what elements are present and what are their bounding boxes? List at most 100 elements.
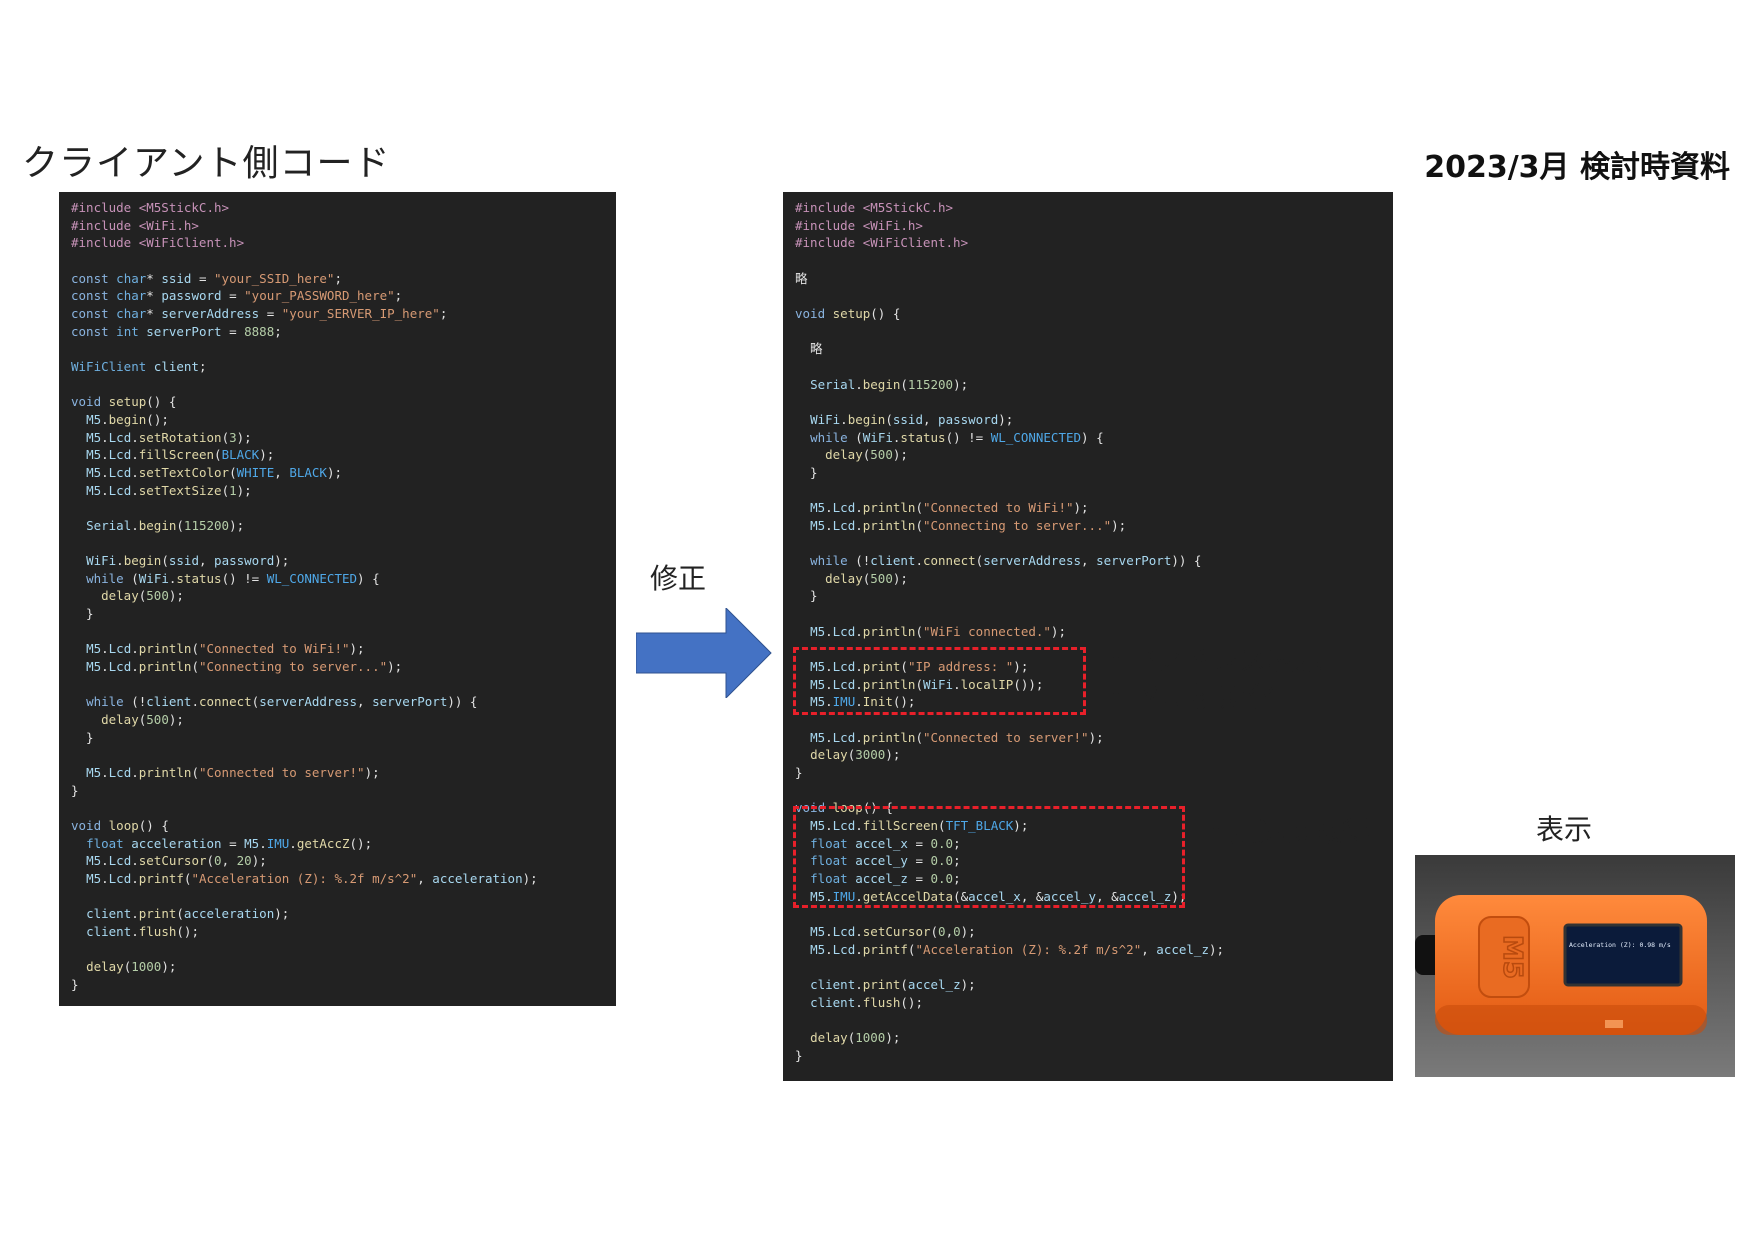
code-line: while (WiFi.status() != WL_CONNECTED) { [86,570,380,586]
code-line: Serial.begin(115200); [86,517,245,533]
code-line: while (!client.connect(serverAddress, se… [86,694,478,710]
code-line: client.print(acceleration); [86,906,290,922]
code-line: M5.Lcd.setTextColor(WHITE, BLACK); [86,464,343,480]
code-line: } [71,782,79,798]
code-line: #include <WiFi.h> [71,217,199,233]
code-line: const int serverPort = 8888; [71,323,282,339]
code-line: Serial.begin(115200); [810,376,969,392]
accel-highlight-box [793,806,1185,908]
code-line: } [71,606,94,622]
device-photo: M5 Acceleration (Z): 0.98 m/s [1415,855,1735,1077]
page-title: クライアント側コード [22,143,391,184]
code-line: M5.Lcd.setCursor(0,0); [810,923,976,939]
code-line: WiFi.begin(ssid, password); [86,553,290,569]
code-line: client.flush(); [810,994,923,1010]
code-line: M5.Lcd.printf("Acceleration (Z): %.2f m/… [86,870,538,886]
code-line: } [71,976,79,992]
accel-note: ・加速度取得 [1202,815,1371,848]
code-line: WiFiClient client; [71,358,207,374]
code-line: } [795,765,803,780]
code-line: const char* ssid = "your_SSID_here"; [71,270,342,286]
code-line: delay(1000); [86,959,177,975]
code-line: while (!client.connect(serverAddress, se… [810,553,1202,569]
code-line: void setup() { [71,394,177,410]
code-line: M5.Lcd.println("Connected to WiFi!"); [810,500,1089,516]
note-ip-address: ・IPアドレス表示 [1102,644,1324,677]
code-line: 略 [795,270,808,286]
code-line: M5.Lcd.println("Connecting to server..."… [86,659,403,675]
note-imu-init: ・IMU 初期化 [1102,680,1276,713]
modified-code-panel: #include <M5StickC.h> #include <WiFi.h> #i… [783,192,1393,1081]
code-line: const char* serverAddress = "your_SERVER… [71,305,448,321]
code-line: } [795,464,818,480]
code-line: client.print(accel_z); [810,976,976,992]
code-line: while (WiFi.status() != WL_CONNECTED) { [810,429,1104,445]
code-line: const char* password = "your_PASSWORD_he… [71,288,403,304]
code-line: WiFi.begin(ssid, password); [810,411,1014,427]
code-line: } [71,729,94,745]
ip-imu-highlight-box [793,647,1086,715]
code-line: #include <WiFiClient.h> [71,235,245,251]
code-line: delay(500); [101,588,184,604]
code-line: M5.Lcd.setRotation(3); [86,429,252,445]
code-line: delay(500); [101,712,184,728]
modification-label: 修正 [650,562,707,595]
code-line: #include <M5StickC.h> [795,200,954,215]
lcd-text: Acceleration (Z): 0.98 m/s [1569,941,1671,949]
lcd-screen [1563,923,1683,987]
code-line: M5.Lcd.printf("Acceleration (Z): %.2f m/… [810,941,1225,957]
code-line: #include <WiFi.h> [795,217,923,233]
code-line: delay(3000); [810,747,901,763]
document-label: 2023/3月 検討時資料 [1424,150,1730,185]
code-line: delay(500); [825,570,908,586]
original-code: #include <M5StickC.h> #include <WiFi.h> #i… [71,199,604,994]
code-line: M5.Lcd.println("Connected to server!"); [86,765,380,780]
code-line: delay(500); [825,447,908,463]
svg-text:M5: M5 [1497,935,1527,979]
code-line: #include <WiFiClient.h> [795,235,969,251]
code-line: M5.Lcd.setCursor(0, 20); [86,853,267,869]
code-line: delay(1000); [810,1029,901,1045]
display-label: 表示 [1536,813,1593,846]
code-line: 略 [795,341,823,357]
code-line: M5.Lcd.fillScreen(BLACK); [86,447,275,463]
ip-imu-note: ・IPアドレス表示 ・IMU 初期化 [1102,643,1323,715]
code-line: float acceleration = M5.IMU.getAccZ(); [86,835,373,851]
modified-code: #include <M5StickC.h> #include <WiFi.h> #i… [795,199,1381,1064]
code-line: } [795,1047,803,1063]
code-line: void loop() { [71,817,169,833]
right-arrow-icon [636,608,772,698]
code-line: M5.begin(); [86,411,169,427]
code-line: client.flush(); [86,923,199,939]
code-line: } [795,588,818,604]
code-line: void setup() { [795,305,901,321]
code-line: M5.Lcd.println("Connecting to server..."… [810,517,1127,533]
original-code-panel: #include <M5StickC.h> #include <WiFi.h> #i… [59,192,616,1006]
code-line: M5.Lcd.setTextSize(1); [86,482,252,498]
code-line: M5.Lcd.println("Connected to server!"); [810,729,1104,745]
code-line: M5.Lcd.println("Connected to WiFi!"); [86,641,365,657]
code-line: M5.Lcd.println("WiFi connected."); [810,623,1066,639]
